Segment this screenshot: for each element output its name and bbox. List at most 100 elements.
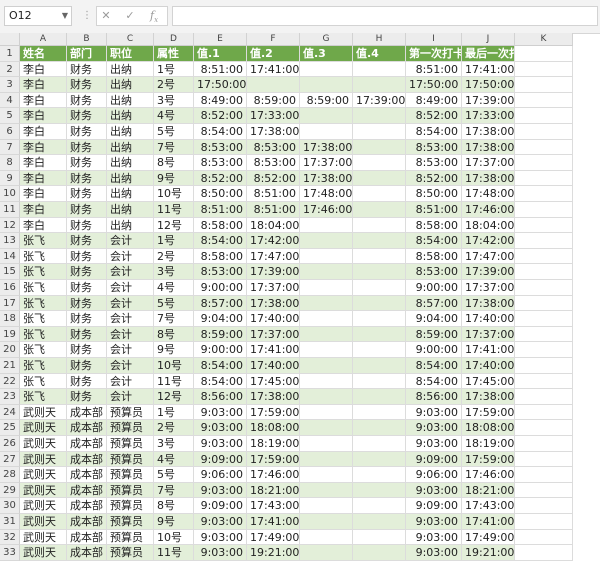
cell[interactable]: 8:52:00	[247, 170, 300, 187]
row-header[interactable]: 10	[0, 186, 20, 202]
cell[interactable]: 出纳	[107, 202, 154, 218]
cell[interactable]: 17:41:00	[462, 342, 515, 358]
cell[interactable]: 3号	[154, 92, 194, 109]
cell[interactable]: 预算员	[107, 545, 154, 561]
row-header[interactable]: 14	[0, 248, 20, 265]
row-header[interactable]: 17	[0, 295, 20, 312]
cell[interactable]: 8:59:00	[247, 92, 300, 109]
cell[interactable]: 8:50:00	[406, 186, 462, 202]
cell[interactable]: 出纳	[107, 139, 154, 156]
cell[interactable]: 8:53:00	[247, 155, 300, 171]
cell[interactable]: 预算员	[107, 436, 154, 452]
cell[interactable]: 会计	[107, 233, 154, 249]
row-header[interactable]: 1	[0, 46, 20, 62]
cell[interactable]: 财务	[67, 108, 107, 124]
cell[interactable]: 17:33:00	[462, 108, 515, 124]
cell[interactable]: 李白	[20, 92, 67, 109]
cell[interactable]: 李白	[20, 202, 67, 218]
cell[interactable]: 17:46:00	[247, 467, 300, 483]
cell[interactable]: 17:38:00	[462, 124, 515, 140]
cell[interactable]: 财务	[67, 155, 107, 171]
header-cell[interactable]: 值.3	[300, 46, 353, 62]
cell[interactable]: 18:08:00	[462, 420, 515, 436]
cell[interactable]	[515, 155, 573, 171]
cell[interactable]: 17:47:00	[462, 248, 515, 265]
cell[interactable]	[353, 280, 406, 296]
cell[interactable]: 张飞	[20, 264, 67, 280]
cell[interactable]: 8:58:00	[406, 217, 462, 234]
cell[interactable]	[300, 264, 353, 280]
cell[interactable]	[515, 202, 573, 218]
cell[interactable]	[515, 92, 573, 109]
cell[interactable]: 武则天	[20, 404, 67, 421]
cell[interactable]: 9:09:00	[194, 451, 247, 468]
cell[interactable]: 18:04:00	[247, 217, 300, 234]
cell[interactable]: 17:38:00	[247, 124, 300, 140]
cell[interactable]	[515, 373, 573, 390]
cell[interactable]: 财务	[67, 264, 107, 280]
cell[interactable]	[353, 451, 406, 468]
cell[interactable]: 预算员	[107, 467, 154, 483]
cell[interactable]: 8:53:00	[194, 139, 247, 156]
cell[interactable]	[353, 170, 406, 187]
cell[interactable]: 财务	[67, 186, 107, 202]
cell[interactable]: 8:54:00	[406, 358, 462, 374]
cell[interactable]: 9:04:00	[406, 311, 462, 327]
cell[interactable]	[515, 436, 573, 452]
cell[interactable]: 8:58:00	[406, 248, 462, 265]
cell[interactable]: 8:53:00	[247, 139, 300, 156]
cell[interactable]: 18:21:00	[247, 482, 300, 499]
cell[interactable]: 8:49:00	[406, 92, 462, 109]
cell[interactable]: 5号	[154, 124, 194, 140]
cell[interactable]: 会计	[107, 311, 154, 327]
cell[interactable]	[353, 529, 406, 546]
confirm-icon[interactable]: ✓	[121, 6, 139, 26]
row-header[interactable]: 3	[0, 77, 20, 93]
cell[interactable]: 8号	[154, 155, 194, 171]
column-header-g[interactable]: G	[300, 33, 353, 46]
cell[interactable]	[515, 514, 573, 530]
cell[interactable]: 17:49:00	[247, 529, 300, 546]
cell[interactable]: 8:54:00	[406, 124, 462, 140]
cell[interactable]: 8:53:00	[194, 264, 247, 280]
cell[interactable]: 李白	[20, 77, 67, 93]
cell[interactable]	[515, 498, 573, 514]
cell[interactable]: 9:09:00	[194, 498, 247, 514]
cell[interactable]: 18:19:00	[462, 436, 515, 452]
chevron-down-icon[interactable]: ▼	[62, 7, 68, 25]
spreadsheet-grid[interactable]: A B C D E F G H I J K 1 姓名 部门 职位 属性 值.1 值.2 值.3 值.4 第一次打卡 最后一…	[0, 33, 600, 567]
cell[interactable]: 17:45:00	[462, 373, 515, 390]
cell[interactable]	[300, 529, 353, 546]
cell[interactable]	[515, 420, 573, 436]
cell[interactable]: 9:00:00	[194, 342, 247, 358]
cell[interactable]	[353, 342, 406, 358]
cell[interactable]: 出纳	[107, 124, 154, 140]
column-header-b[interactable]: B	[67, 33, 107, 46]
header-cell[interactable]	[515, 46, 573, 62]
cell[interactable]	[353, 77, 406, 93]
cell[interactable]	[515, 451, 573, 468]
row-header[interactable]: 23	[0, 389, 20, 405]
row-header[interactable]: 24	[0, 404, 20, 421]
cell[interactable]: 17:38:00	[300, 139, 353, 156]
drag-handle-icon[interactable]: ⋮	[82, 8, 92, 24]
header-cell[interactable]: 第一次打卡	[406, 46, 462, 62]
cell[interactable]: 17:38:00	[300, 170, 353, 187]
cancel-icon[interactable]: ✕	[97, 6, 115, 26]
cell[interactable]	[300, 124, 353, 140]
cell[interactable]	[247, 77, 300, 93]
cell[interactable]: 9:04:00	[194, 311, 247, 327]
cell[interactable]: 张飞	[20, 326, 67, 343]
cell[interactable]: 9:03:00	[406, 514, 462, 530]
cell[interactable]: 财务	[67, 342, 107, 358]
cell[interactable]: 5号	[154, 467, 194, 483]
cell[interactable]: 17:41:00	[462, 61, 515, 78]
cell[interactable]: 17:37:00	[300, 155, 353, 171]
cell[interactable]: 17:49:00	[462, 529, 515, 546]
cell[interactable]	[353, 248, 406, 265]
cell[interactable]: 17:37:00	[247, 280, 300, 296]
cell[interactable]: 1号	[154, 61, 194, 78]
cell[interactable]: 17:33:00	[247, 108, 300, 124]
cell[interactable]: 9:03:00	[406, 529, 462, 546]
cell[interactable]: 8:51:00	[247, 186, 300, 202]
